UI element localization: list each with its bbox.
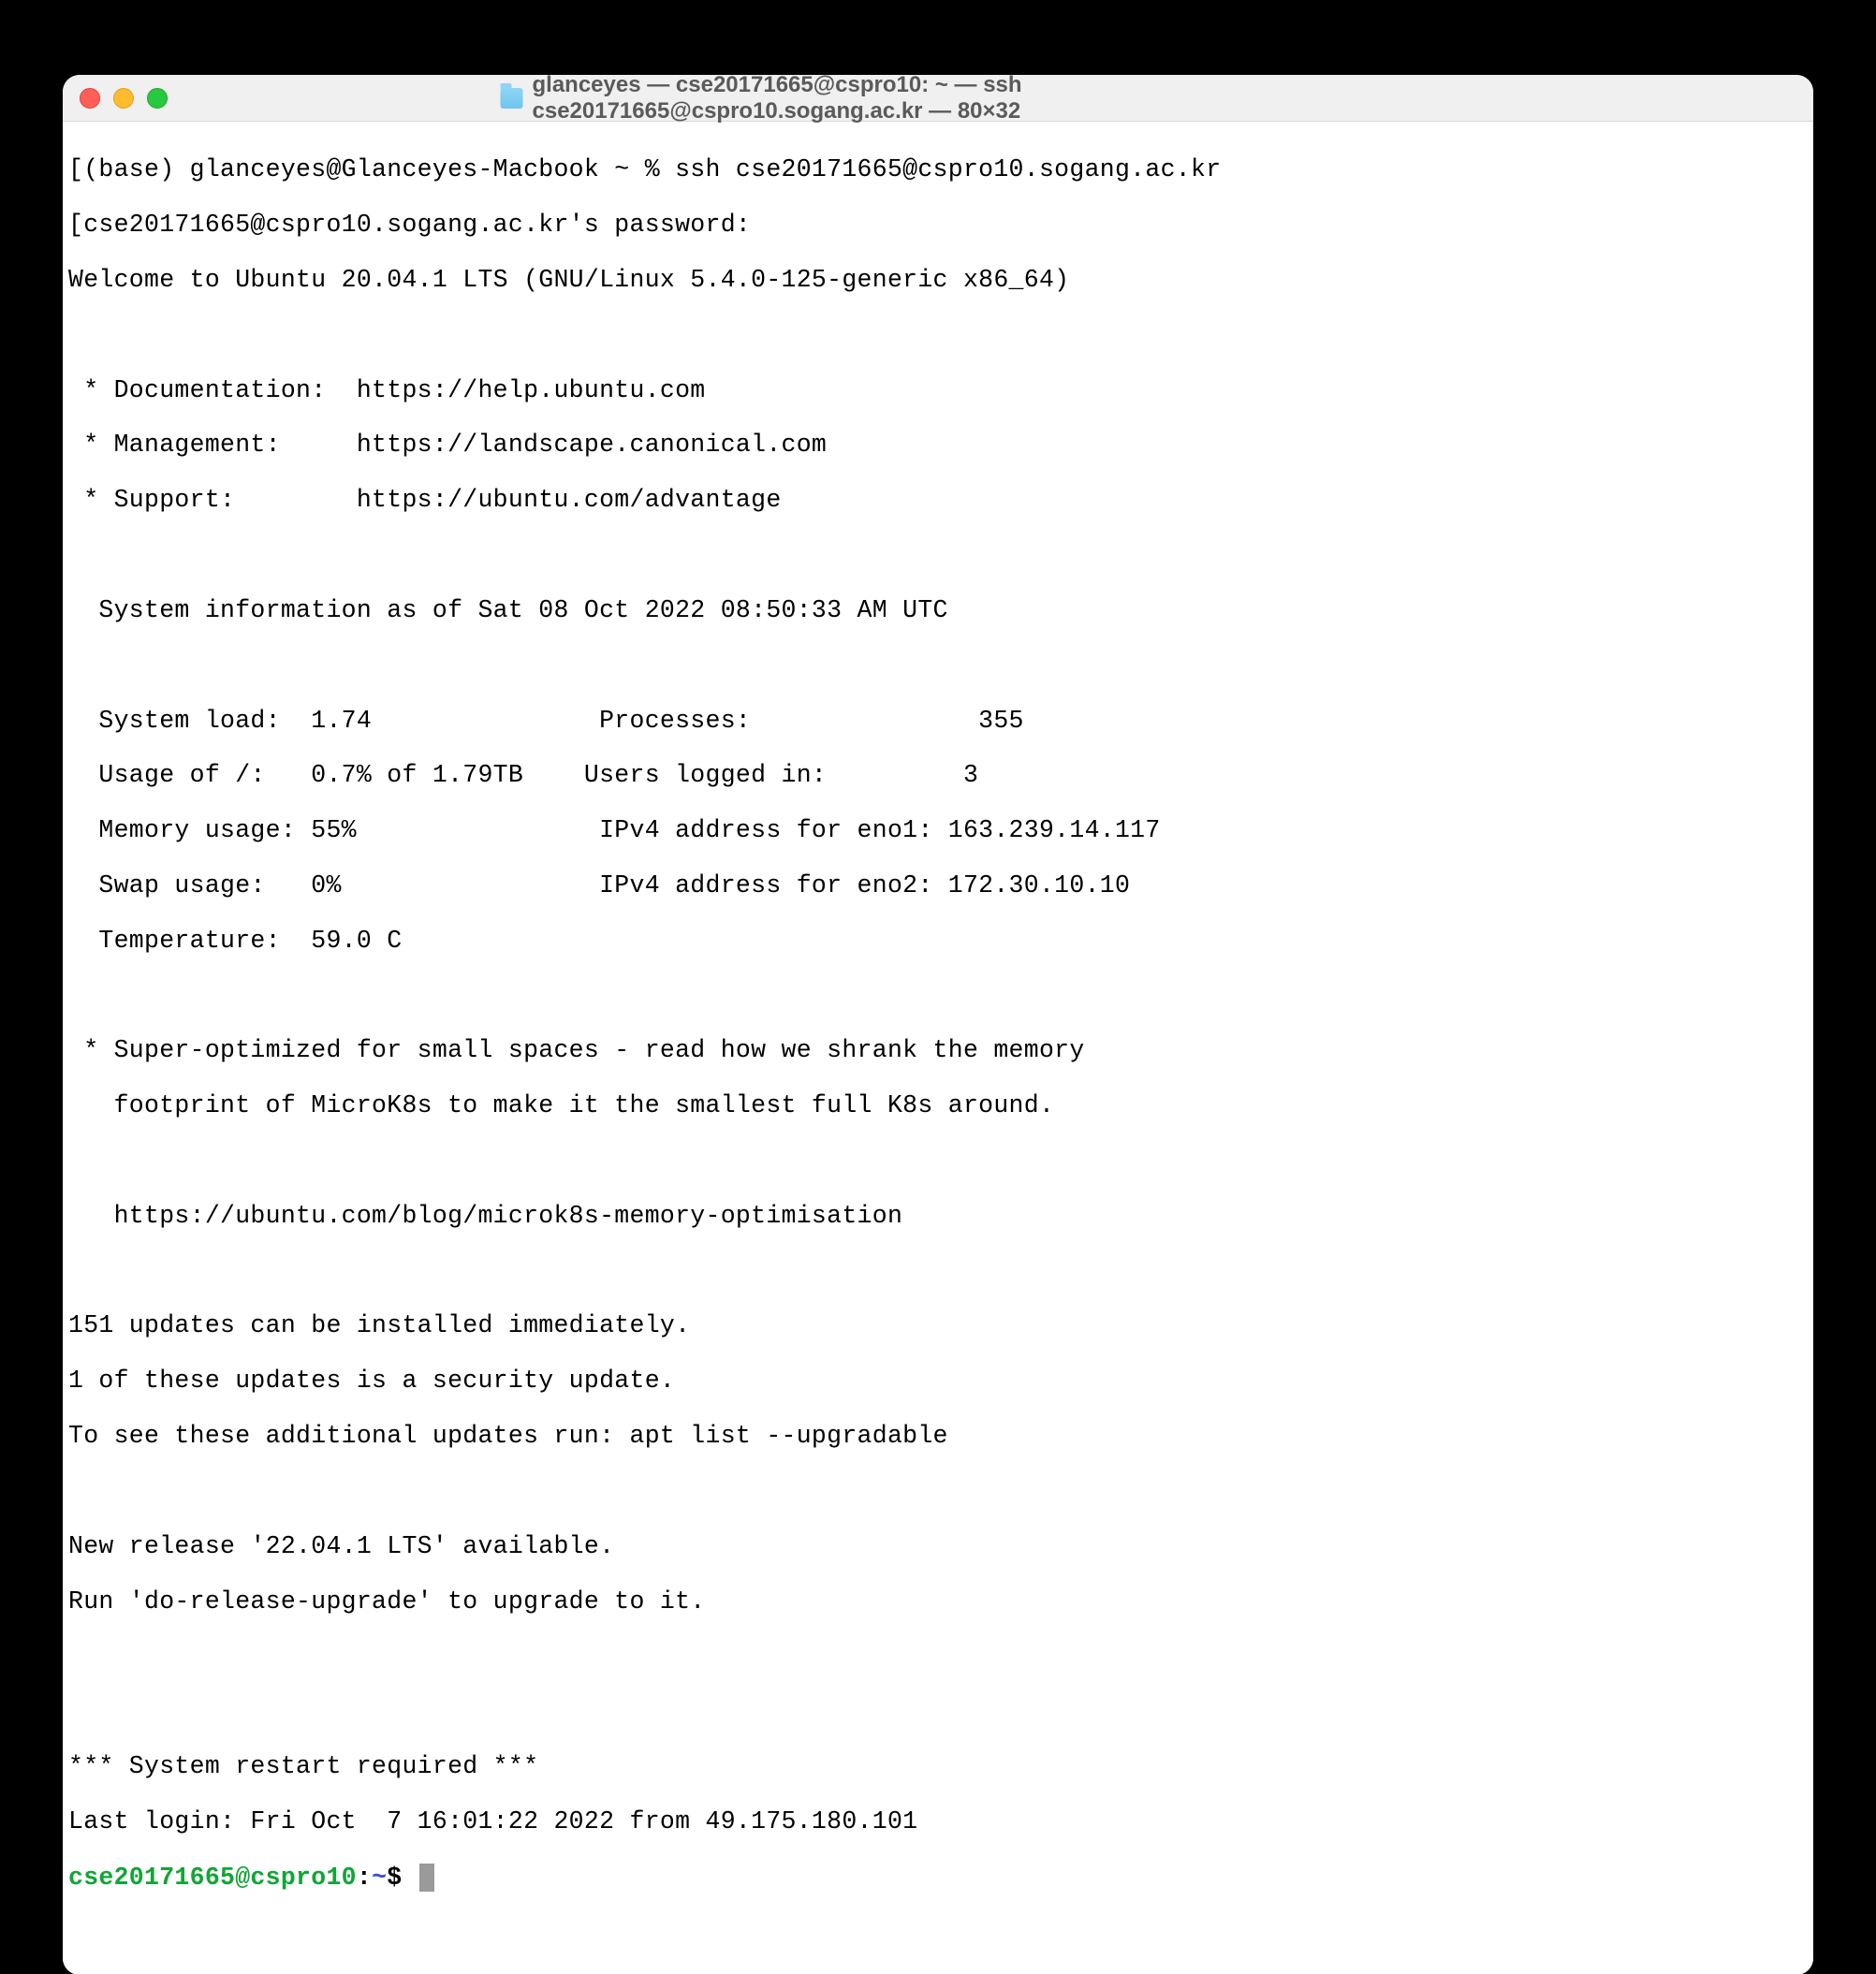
terminal-line: New release '22.04.1 LTS' available.	[68, 1533, 1808, 1560]
terminal-line	[68, 1148, 1808, 1175]
terminal-line	[68, 1478, 1808, 1505]
terminal-line: footprint of MicroK8s to make it the sma…	[68, 1092, 1808, 1119]
maximize-icon[interactable]	[147, 88, 168, 109]
prompt-user: cse20171665@cspro10	[68, 1864, 357, 1892]
terminal-line: * Management: https://landscape.canonica…	[68, 431, 1808, 459]
traffic-lights	[80, 88, 168, 109]
terminal-line: Usage of /: 0.7% of 1.79TB Users logged …	[68, 762, 1808, 789]
terminal-line: * Support: https://ubuntu.com/advantage	[68, 487, 1808, 514]
terminal-line: Welcome to Ubuntu 20.04.1 LTS (GNU/Linux…	[68, 267, 1808, 294]
terminal-line: https://ubuntu.com/blog/microk8s-memory-…	[68, 1203, 1808, 1230]
terminal-line: [cse20171665@cspro10.sogang.ac.kr's pass…	[68, 212, 1808, 239]
prompt-dollar: $	[387, 1864, 417, 1892]
terminal-line: System information as of Sat 08 Oct 2022…	[68, 597, 1808, 624]
terminal-line: Swap usage: 0% IPv4 address for eno2: 17…	[68, 872, 1808, 899]
terminal-line: Temperature: 59.0 C	[68, 928, 1808, 955]
terminal-line: Memory usage: 55% IPv4 address for eno1:…	[68, 817, 1808, 844]
terminal-line: To see these additional updates run: apt…	[68, 1423, 1808, 1450]
terminal-line	[68, 542, 1808, 569]
terminal-prompt-line[interactable]: cse20171665@cspro10:~$	[68, 1864, 1808, 1892]
terminal-body[interactable]: [(base) glanceyes@Glanceyes-Macbook ~ % …	[63, 122, 1813, 1974]
terminal-line: Run 'do-release-upgrade' to upgrade to i…	[68, 1588, 1808, 1616]
terminal-line	[68, 1698, 1808, 1725]
close-icon[interactable]	[80, 88, 100, 109]
terminal-line	[68, 652, 1808, 680]
terminal-window: glanceyes — cse20171665@cspro10: ~ — ssh…	[63, 75, 1813, 1974]
terminal-line: 1 of these updates is a security update.	[68, 1367, 1808, 1395]
terminal-line: [(base) glanceyes@Glanceyes-Macbook ~ % …	[68, 156, 1808, 183]
terminal-line: System load: 1.74 Processes: 355	[68, 708, 1808, 735]
terminal-line	[68, 983, 1808, 1010]
terminal-line: Last login: Fri Oct 7 16:01:22 2022 from…	[68, 1808, 1808, 1835]
terminal-line: *** System restart required ***	[68, 1753, 1808, 1780]
prompt-path: ~	[372, 1864, 387, 1892]
prompt-colon: :	[357, 1864, 372, 1892]
cursor-icon	[419, 1864, 434, 1892]
terminal-line	[68, 1643, 1808, 1670]
terminal-line	[68, 322, 1808, 349]
terminal-line: 151 updates can be installed immediately…	[68, 1312, 1808, 1339]
terminal-line	[68, 1258, 1808, 1285]
title-bar: glanceyes — cse20171665@cspro10: ~ — ssh…	[63, 75, 1813, 122]
terminal-line: * Super-optimized for small spaces - rea…	[68, 1037, 1808, 1064]
terminal-line: * Documentation: https://help.ubuntu.com	[68, 377, 1808, 404]
window-title-text: glanceyes — cse20171665@cspro10: ~ — ssh…	[533, 75, 1376, 124]
folder-icon	[501, 88, 523, 109]
window-title: glanceyes — cse20171665@cspro10: ~ — ssh…	[501, 75, 1376, 124]
minimize-icon[interactable]	[113, 88, 134, 109]
